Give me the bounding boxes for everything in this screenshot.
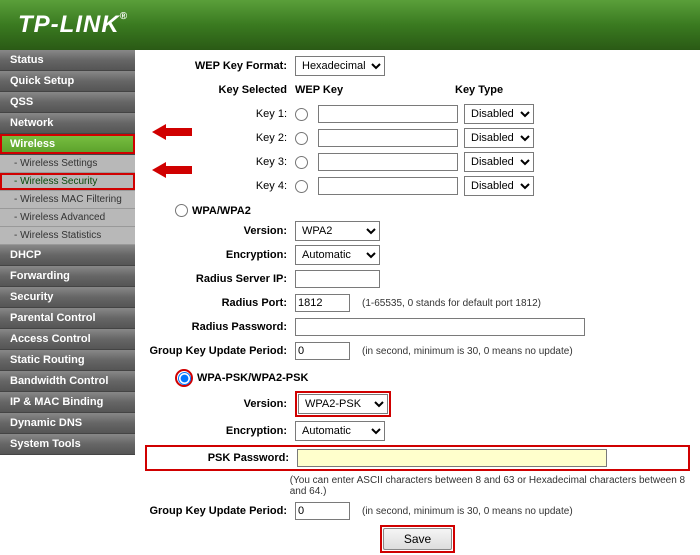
sidebar-item-quick-setup[interactable]: Quick Setup [0, 71, 135, 92]
wpa-version-select[interactable]: WPA2 [295, 221, 380, 241]
sidebar-sub-wireless-settings[interactable]: - Wireless Settings [0, 155, 135, 173]
wpa-radio[interactable] [175, 204, 188, 217]
sidebar-item-dynamic-dns[interactable]: Dynamic DNS [0, 413, 135, 434]
key4-radio[interactable] [295, 180, 308, 193]
wpa-version-label: Version: [145, 225, 295, 237]
key4-input[interactable] [318, 177, 458, 195]
sidebar-item-access-control[interactable]: Access Control [0, 329, 135, 350]
brand-logo: TP-LINK® [18, 11, 128, 39]
radius-ip-input[interactable] [295, 270, 380, 288]
sidebar-item-forwarding[interactable]: Forwarding [0, 266, 135, 287]
sidebar-item-network[interactable]: Network [0, 113, 135, 134]
sidebar-item-wireless[interactable]: Wireless [0, 134, 135, 155]
save-button[interactable]: Save [383, 528, 452, 550]
radius-port-label: Radius Port: [145, 297, 295, 309]
psk-gkup-label: Group Key Update Period: [145, 505, 295, 517]
wpa-encryption-label: Encryption: [145, 249, 295, 261]
sidebar-item-ip-mac-binding[interactable]: IP & MAC Binding [0, 392, 135, 413]
sidebar: Status Quick Setup QSS Network Wireless … [0, 50, 135, 555]
sidebar-sub-wireless-mac-filtering[interactable]: - Wireless MAC Filtering [0, 191, 135, 209]
key2-label: Key 2: [145, 132, 295, 144]
main-panel: WEP Key Format: Hexadecimal Key Selected… [135, 50, 700, 555]
wpa-gkup-label: Group Key Update Period: [145, 345, 295, 357]
wpa-gkup-input[interactable] [295, 342, 350, 360]
psk-title: WPA-PSK/WPA2-PSK [197, 372, 308, 384]
radius-pw-label: Radius Password: [145, 321, 295, 333]
key1-radio[interactable] [295, 108, 308, 121]
radius-port-input[interactable] [295, 294, 350, 312]
key1-type-select[interactable]: Disabled [464, 104, 534, 124]
key2-radio[interactable] [295, 132, 308, 145]
sidebar-item-status[interactable]: Status [0, 50, 135, 71]
wpa-title: WPA/WPA2 [192, 205, 251, 217]
sidebar-sub-wireless-statistics[interactable]: - Wireless Statistics [0, 227, 135, 245]
radius-ip-label: Radius Server IP: [145, 273, 295, 285]
psk-gkup-input[interactable] [295, 502, 350, 520]
wep-key-format-select[interactable]: Hexadecimal [295, 56, 385, 76]
key4-type-select[interactable]: Disabled [464, 176, 534, 196]
key-type-header: Key Type [455, 84, 503, 96]
psk-encryption-select[interactable]: Automatic [295, 421, 385, 441]
wpa-gkup-hint: (in second, minimum is 30, 0 means no up… [362, 346, 573, 357]
psk-password-input[interactable] [297, 449, 607, 467]
key3-type-select[interactable]: Disabled [464, 152, 534, 172]
psk-radio[interactable] [178, 372, 191, 385]
psk-radio-highlight [175, 369, 193, 387]
header-bar: TP-LINK® [0, 0, 700, 50]
psk-password-hint: (You can enter ASCII characters between … [290, 475, 690, 497]
sidebar-item-parental-control[interactable]: Parental Control [0, 308, 135, 329]
key3-radio[interactable] [295, 156, 308, 169]
psk-password-label: PSK Password: [147, 452, 297, 464]
radius-pw-input[interactable] [295, 318, 585, 336]
key1-label: Key 1: [145, 108, 295, 120]
key3-input[interactable] [318, 153, 458, 171]
radius-port-hint: (1-65535, 0 stands for default port 1812… [362, 298, 541, 309]
key-selected-header: Key Selected [145, 84, 295, 96]
sidebar-item-dhcp[interactable]: DHCP [0, 245, 135, 266]
key2-type-select[interactable]: Disabled [464, 128, 534, 148]
wep-key-format-label: WEP Key Format: [145, 60, 295, 72]
wep-key-header: WEP Key [295, 84, 455, 96]
sidebar-sub-wireless-advanced[interactable]: - Wireless Advanced [0, 209, 135, 227]
sidebar-sub-wireless-security[interactable]: - Wireless Security [0, 173, 135, 191]
psk-version-label: Version: [145, 398, 295, 410]
sidebar-item-static-routing[interactable]: Static Routing [0, 350, 135, 371]
sidebar-item-qss[interactable]: QSS [0, 92, 135, 113]
key1-input[interactable] [318, 105, 458, 123]
sidebar-item-bandwidth-control[interactable]: Bandwidth Control [0, 371, 135, 392]
sidebar-item-system-tools[interactable]: System Tools [0, 434, 135, 455]
sidebar-item-security[interactable]: Security [0, 287, 135, 308]
psk-encryption-label: Encryption: [145, 425, 295, 437]
psk-gkup-hint: (in second, minimum is 30, 0 means no up… [362, 506, 573, 517]
key2-input[interactable] [318, 129, 458, 147]
wpa-encryption-select[interactable]: Automatic [295, 245, 380, 265]
key3-label: Key 3: [145, 156, 295, 168]
key4-label: Key 4: [145, 180, 295, 192]
psk-version-select[interactable]: WPA2-PSK [298, 394, 388, 414]
